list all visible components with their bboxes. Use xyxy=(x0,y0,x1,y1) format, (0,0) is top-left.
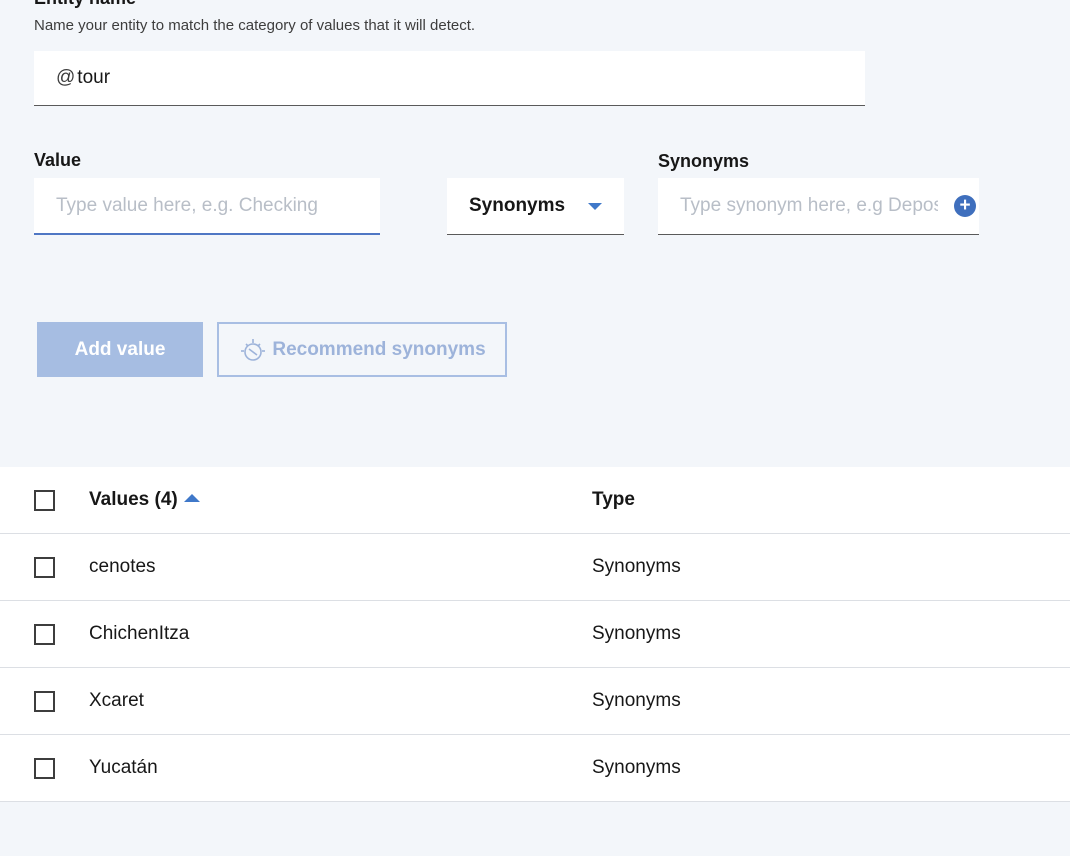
chevron-down-icon xyxy=(588,203,602,210)
row-value[interactable]: Xcaret xyxy=(89,690,144,712)
column-header-type: Type xyxy=(592,489,635,510)
synonyms-label: Synonyms xyxy=(658,151,750,171)
row-value[interactable]: Yucatán xyxy=(89,757,158,779)
synonyms-field: + xyxy=(658,178,979,235)
lightbulb-icon xyxy=(241,338,266,361)
entity-name-value: tour xyxy=(77,67,111,88)
table-header-row: Values (4) Type xyxy=(0,467,1070,534)
value-label: Value xyxy=(34,150,82,170)
add-synonym-plus-icon[interactable]: + xyxy=(954,195,976,217)
type-select[interactable]: Synonyms xyxy=(447,178,624,235)
column-header-values[interactable]: Values (4) xyxy=(89,489,200,511)
add-value-button[interactable]: Add value xyxy=(37,322,203,377)
table-row: cenotes Synonyms xyxy=(0,534,1070,601)
recommend-synonyms-label: Recommend synonyms xyxy=(272,338,486,360)
value-input[interactable] xyxy=(34,178,380,235)
row-type: Synonyms xyxy=(592,757,681,778)
sort-ascending-icon xyxy=(183,493,200,502)
table-row: Yucatán Synonyms xyxy=(0,735,1070,802)
values-table: Values (4) Type cenotes Synonyms Chichen… xyxy=(0,467,1070,802)
table-row: Xcaret Synonyms xyxy=(0,668,1070,735)
recommend-synonyms-button[interactable]: Recommend synonyms xyxy=(217,322,507,377)
entity-name-help: Name your entity to match the category o… xyxy=(34,17,476,34)
at-prefix: @ xyxy=(56,67,76,88)
row-checkbox[interactable] xyxy=(34,757,55,779)
synonyms-input[interactable] xyxy=(658,178,938,233)
row-type: Synonyms xyxy=(592,690,681,711)
row-checkbox[interactable] xyxy=(34,690,55,712)
table-row: ChichenItza Synonyms xyxy=(0,601,1070,668)
entity-name-input[interactable]: @ tour xyxy=(34,51,865,106)
row-checkbox[interactable] xyxy=(34,623,55,645)
type-select-value: Synonyms xyxy=(469,195,566,216)
entity-name-label: Entity name xyxy=(34,0,136,9)
row-type: Synonyms xyxy=(592,623,681,644)
row-type: Synonyms xyxy=(592,556,681,577)
row-value[interactable]: cenotes xyxy=(89,556,156,578)
select-all-checkbox[interactable] xyxy=(34,489,55,511)
row-value[interactable]: ChichenItza xyxy=(89,623,189,645)
row-checkbox[interactable] xyxy=(34,556,55,578)
